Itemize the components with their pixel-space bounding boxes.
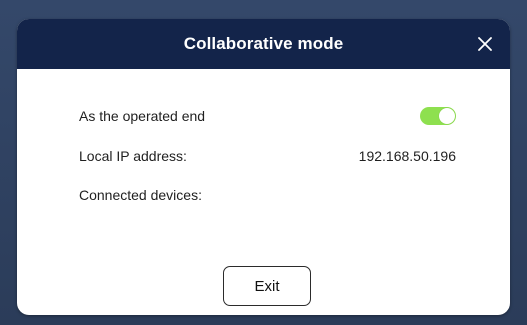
connected-devices-row: Connected devices:: [79, 184, 456, 206]
collaborative-mode-dialog: Collaborative mode As the operated end L…: [17, 19, 510, 315]
dialog-header: Collaborative mode: [17, 19, 510, 69]
backdrop: Collaborative mode As the operated end L…: [0, 0, 527, 325]
operated-end-label: As the operated end: [79, 108, 206, 124]
close-icon: [478, 37, 492, 51]
local-ip-row: Local IP address: 192.168.50.196: [79, 145, 456, 167]
operated-end-row: As the operated end: [79, 105, 456, 127]
close-button[interactable]: [472, 31, 498, 57]
dialog-title: Collaborative mode: [183, 34, 344, 53]
operated-end-toggle[interactable]: [420, 107, 456, 125]
local-ip-value: 192.168.50.196: [358, 148, 456, 164]
toggle-knob: [439, 108, 455, 124]
connected-devices-label: Connected devices:: [79, 187, 202, 203]
exit-button[interactable]: Exit: [223, 266, 311, 306]
local-ip-label: Local IP address:: [79, 148, 187, 164]
